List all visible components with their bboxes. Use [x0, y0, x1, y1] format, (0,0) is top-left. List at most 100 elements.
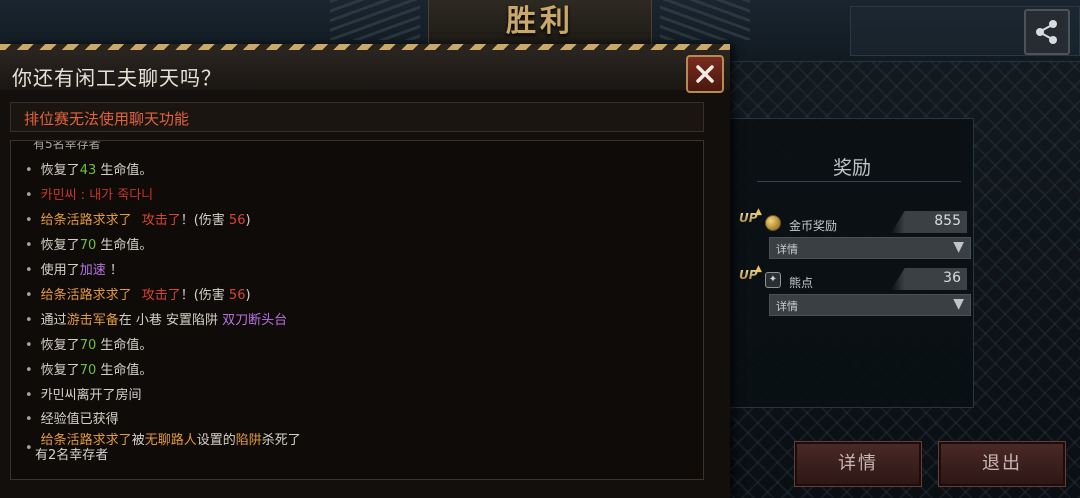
chat-disabled-notice: 排位赛无法使用聊天功能 [10, 102, 704, 132]
gold-value-box: 855 [891, 211, 967, 233]
share-button[interactable] [1024, 9, 1070, 55]
gold-detail-dropdown[interactable]: 详情 ▼ [769, 237, 971, 259]
log-text: ！(伤害 [180, 213, 229, 228]
gold-reward-row: UP ▲ 金币奖励 855 详情 ▼ [739, 207, 971, 259]
log-text: 有2名幸存者 [35, 448, 109, 463]
bullet: • [25, 213, 33, 228]
page-title: 胜利 [506, 4, 574, 39]
close-button[interactable] [686, 55, 724, 93]
log-text: 设置的 [196, 433, 236, 448]
divider [757, 181, 961, 182]
triangle-down-icon: ▼ [953, 296, 964, 312]
points-value-box: 36 [891, 268, 967, 290]
bullet: • [25, 288, 33, 303]
log-text: 生命值。 [96, 363, 153, 378]
reward-title: 奖励 [832, 157, 871, 179]
log-value: 56 [228, 213, 246, 228]
coin-icon [765, 215, 781, 231]
log-text: ！(伤害 [180, 288, 229, 303]
log-text: 在 小巷 安置陷阱 [118, 313, 223, 328]
log-text: 杀死了 [261, 433, 301, 448]
log-text: ！ [105, 263, 123, 278]
share-icon [1036, 20, 1057, 44]
log-player: 给条活路求求了 [40, 433, 132, 448]
detail-button[interactable]: 详情 [794, 441, 922, 487]
bullet: • [25, 412, 33, 427]
log-text: 生命值。 [96, 238, 153, 253]
points-detail-label: 详情 [776, 300, 798, 313]
bullet: • [25, 441, 33, 456]
log-line: • 使用了加速 ！ [25, 259, 123, 279]
log-value: 70 [79, 363, 97, 378]
up-arrow-icon: ▲ [755, 264, 762, 274]
bullet: • [25, 388, 33, 403]
chat-modal-header: 你还有闲工夫聊天吗？ [0, 50, 730, 93]
points-icon: ✦ [765, 272, 781, 288]
log-trap: 双刀断头台 [222, 313, 288, 328]
points-reward-value: 36 [943, 270, 961, 286]
log-text: 恢复了 [40, 238, 80, 253]
close-icon [696, 65, 714, 83]
points-reward-label: 熊点 [789, 276, 814, 290]
log-value: 43 [79, 163, 97, 178]
log-value: 70 [79, 238, 97, 253]
log-line: • 给条活路求求了 攻击了！(伤害 56) [25, 284, 251, 304]
log-value: 70 [79, 338, 97, 353]
bullet: • [25, 338, 33, 353]
bullet: • [25, 313, 33, 328]
chat-modal: 你还有闲工夫聊天吗？ 排位赛无法使用聊天功能 有5名幸存者 • 恢复了43 生命值… [0, 44, 730, 498]
log-line: • 恢复了43 生命值。 [25, 159, 152, 179]
log-cut-line: 有5名幸存者 [33, 140, 101, 151]
gold-reward-label: 金币奖励 [789, 219, 838, 233]
log-text: 使用了 [40, 263, 80, 278]
log-text: ) [245, 213, 251, 228]
log-player: 给条活路求求了 [40, 213, 132, 228]
bullet: • [25, 263, 33, 278]
log-text: 카민씨 : 내가 죽다니 [40, 188, 154, 203]
gold-detail-label: 详情 [776, 243, 798, 256]
log-line: • 카민씨离开了房间 [25, 384, 142, 404]
bullet: • [25, 238, 33, 253]
chat-modal-title: 你还有闲工夫聊天吗？ [12, 66, 222, 90]
log-action: 攻击了 [141, 213, 181, 228]
log-text: 经验值已获得 [40, 412, 119, 427]
log-player: 无聊路人 [144, 433, 197, 448]
log-text: 恢复了 [40, 363, 80, 378]
log-player: 给条活路求求了 [40, 288, 132, 303]
triangle-down-icon: ▼ [953, 239, 964, 255]
log-line: • 给条活路求求了 攻击了！(伤害 56) [25, 209, 251, 229]
log-line: • 恢复了70 生命值。 [25, 359, 152, 379]
log-text: ) [245, 288, 251, 303]
bullet: • [25, 188, 33, 203]
points-reward-row: UP ▲ ✦ 熊点 36 详情 ▼ [739, 264, 971, 316]
banner-wing-right [660, 0, 750, 40]
log-line: • 카민씨 : 내가 죽다니 [25, 184, 153, 204]
gold-reward-value: 855 [934, 213, 961, 229]
up-arrow-icon: ▲ [755, 207, 762, 217]
chat-log[interactable]: 有5名幸存者 • 恢复了43 生命值。 • 카민씨 : 내가 죽다니 • 给条活路求求… [10, 140, 704, 480]
bullet: • [25, 363, 33, 378]
log-text: 恢复了 [40, 163, 80, 178]
log-action: 攻击了 [141, 288, 181, 303]
banner-wing-left [330, 0, 420, 40]
log-text: 生命值。 [96, 338, 153, 353]
log-text: 恢复了 [40, 338, 80, 353]
log-text: 生命值。 [96, 163, 153, 178]
log-line: • 恢复了70 生命值。 [25, 234, 152, 254]
log-skill: 加速 [79, 263, 106, 278]
bullet: • [25, 163, 33, 178]
log-line: • 恢复了70 生命值。 [25, 334, 152, 354]
log-text: 카민씨离开了房间 [40, 388, 142, 403]
points-detail-dropdown[interactable]: 详情 ▼ [769, 294, 971, 316]
notice-text: 排位赛无法使用聊天功能 [24, 110, 190, 128]
log-trap: 陷阱 [235, 433, 262, 448]
log-line: • 给条活路求求了被无聊路人设置的陷阱杀死了 有2名幸存者 [25, 433, 301, 473]
log-line: • 经验值已获得 [25, 408, 119, 428]
log-text: 被 [131, 433, 145, 448]
log-line: • 通过游击军备在 小巷 安置陷阱 双刀断头台 [25, 309, 287, 329]
reward-panel: 奖励 UP ▲ 金币奖励 855 详情 ▼ UP ▲ ✦ 熊点 36 详情 ▼ [728, 118, 974, 408]
log-value: 56 [228, 288, 246, 303]
exit-button[interactable]: 退出 [938, 441, 1066, 487]
log-item: 游击军备 [66, 313, 119, 328]
log-text: 通过 [40, 313, 67, 328]
